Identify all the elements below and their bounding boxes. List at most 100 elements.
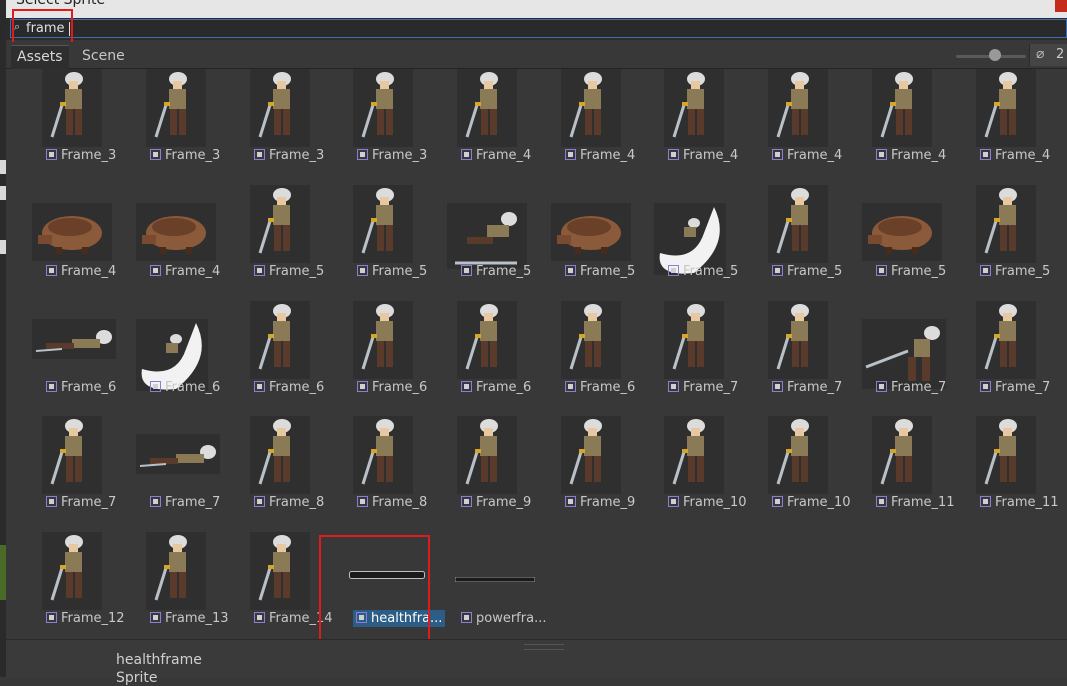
asset-tile[interactable]: Frame_5 — [435, 185, 539, 301]
asset-label: Frame_5 — [461, 263, 531, 280]
asset-label: Frame_4 — [150, 263, 220, 280]
asset-tile[interactable]: Frame_7 — [20, 416, 124, 532]
sprite-icon — [980, 265, 991, 276]
asset-label: Frame_7 — [46, 494, 116, 511]
asset-tile[interactable]: Frame_3 — [228, 69, 332, 185]
asset-name: Frame_5 — [995, 264, 1051, 279]
asset-tile[interactable]: Frame_6 — [124, 301, 228, 417]
asset-tile[interactable]: Frame_4 — [642, 69, 746, 185]
sprite-icon — [668, 149, 679, 160]
asset-tile[interactable]: Frame_6 — [539, 301, 643, 417]
asset-tile[interactable]: Frame_14 — [228, 532, 333, 639]
asset-label: Frame_4 — [876, 147, 946, 164]
asset-tile[interactable]: Frame_5 — [850, 185, 954, 301]
sprite-icon — [565, 496, 576, 507]
sprite-thumbnail — [664, 301, 724, 379]
sprite-thumbnail — [250, 416, 310, 494]
asset-tile[interactable]: Frame_3 — [124, 69, 228, 185]
asset-tile[interactable]: Frame_5 — [539, 185, 643, 301]
sprite-icon — [461, 612, 472, 623]
asset-tile[interactable]: Frame_7 — [124, 416, 228, 532]
asset-tile[interactable]: Frame_10 — [746, 416, 851, 532]
asset-name: Frame_10 — [787, 495, 851, 510]
asset-name: Frame_4 — [891, 148, 947, 163]
asset-tile[interactable]: Frame_7 — [954, 301, 1058, 417]
zoom-slider-handle[interactable] — [989, 49, 1001, 61]
asset-tile[interactable]: Frame_11 — [850, 416, 955, 532]
asset-tile[interactable]: Frame_3 — [20, 69, 124, 185]
asset-name: Frame_3 — [372, 148, 428, 163]
asset-tile[interactable]: Frame_6 — [228, 301, 332, 417]
hidden-assets-toggle[interactable]: ⌀ 2 — [1029, 44, 1067, 66]
asset-name: Frame_6 — [580, 380, 636, 395]
asset-tile[interactable]: Frame_4 — [20, 185, 124, 301]
asset-tile[interactable]: Frame_4 — [539, 69, 643, 185]
tab-assets[interactable]: Assets — [11, 45, 69, 69]
asset-tile[interactable]: Frame_4 — [435, 69, 539, 185]
selected-asset-name: healthframe — [116, 652, 202, 668]
sprite-icon — [46, 612, 57, 623]
asset-tile[interactable]: Frame_8 — [228, 416, 332, 532]
search-input[interactable]: ⌕ frame — [10, 19, 1067, 38]
asset-label: Frame_3 — [254, 147, 324, 164]
asset-tile[interactable]: Frame_9 — [435, 416, 539, 532]
asset-tile[interactable]: Frame_4 — [954, 69, 1058, 185]
asset-label: Frame_5 — [254, 263, 324, 280]
asset-label: Frame_10 — [668, 494, 747, 511]
sprite-thumbnail — [862, 203, 942, 261]
asset-tile[interactable]: Frame_5 — [954, 185, 1058, 301]
sprite-icon — [772, 496, 783, 507]
asset-label: Frame_4 — [46, 263, 116, 280]
asset-tile[interactable]: Frame_6 — [20, 301, 124, 417]
asset-label: Frame_6 — [46, 379, 116, 396]
asset-tile[interactable]: Frame_5 — [746, 185, 850, 301]
asset-tile[interactable]: Frame_10 — [642, 416, 747, 532]
close-button[interactable] — [1055, 0, 1067, 12]
asset-tile[interactable]: Frame_11 — [954, 416, 1059, 532]
asset-tile[interactable]: Frame_7 — [850, 301, 954, 417]
asset-name: Frame_7 — [61, 495, 117, 510]
asset-label: Frame_3 — [150, 147, 220, 164]
asset-label: Frame_6 — [357, 379, 427, 396]
asset-tile[interactable]: Frame_4 — [124, 185, 228, 301]
asset-tile[interactable]: Frame_5 — [331, 185, 435, 301]
asset-tile[interactable]: Frame_4 — [746, 69, 850, 185]
tab-scene[interactable]: Scene — [76, 45, 131, 68]
asset-tile[interactable]: Frame_6 — [435, 301, 539, 417]
asset-tile[interactable]: Frame_9 — [539, 416, 643, 532]
sprite-icon — [980, 496, 991, 507]
search-row: ⌕ frame — [6, 18, 1067, 40]
asset-tile[interactable]: Frame_7 — [642, 301, 746, 417]
asset-name: Frame_4 — [580, 148, 636, 163]
asset-label: Frame_10 — [772, 494, 851, 511]
hidden-count: 2 — [1056, 47, 1065, 62]
asset-label: Frame_5 — [668, 263, 738, 280]
sprite-icon — [357, 496, 368, 507]
asset-name: Frame_5 — [372, 264, 428, 279]
asset-label: Frame_4 — [565, 147, 635, 164]
resize-grip[interactable] — [524, 644, 564, 650]
asset-tile[interactable]: Frame_5 — [642, 185, 746, 301]
asset-tile[interactable]: Frame_6 — [331, 301, 435, 417]
asset-tile[interactable]: Frame_8 — [331, 416, 435, 532]
asset-tile[interactable]: Frame_3 — [331, 69, 435, 185]
asset-label: Frame_3 — [46, 147, 116, 164]
sprite-thumbnail — [872, 416, 932, 494]
asset-grid[interactable]: Frame_3 Frame_3 Frame_3 Frame_3 Frame_4 — [6, 69, 1067, 639]
window-titlebar[interactable]: Select Sprite — [6, 0, 1067, 18]
asset-label: Frame_7 — [772, 379, 842, 396]
asset-tile[interactable]: Frame_12 — [20, 532, 125, 639]
asset-label: Frame_6 — [461, 379, 531, 396]
asset-label: Frame_9 — [461, 494, 531, 511]
asset-tile[interactable]: Frame_13 — [124, 532, 229, 639]
asset-label: Frame_7 — [876, 379, 946, 396]
selection-highlight-box — [319, 535, 430, 644]
asset-tile[interactable]: powerfra... — [435, 532, 546, 639]
sprite-thumbnail — [353, 69, 413, 147]
asset-tile[interactable]: Frame_7 — [746, 301, 850, 417]
sprite-icon — [565, 265, 576, 276]
asset-name: Frame_6 — [476, 380, 532, 395]
asset-name: Frame_9 — [476, 495, 532, 510]
asset-tile[interactable]: Frame_5 — [228, 185, 332, 301]
asset-tile[interactable]: Frame_4 — [850, 69, 954, 185]
